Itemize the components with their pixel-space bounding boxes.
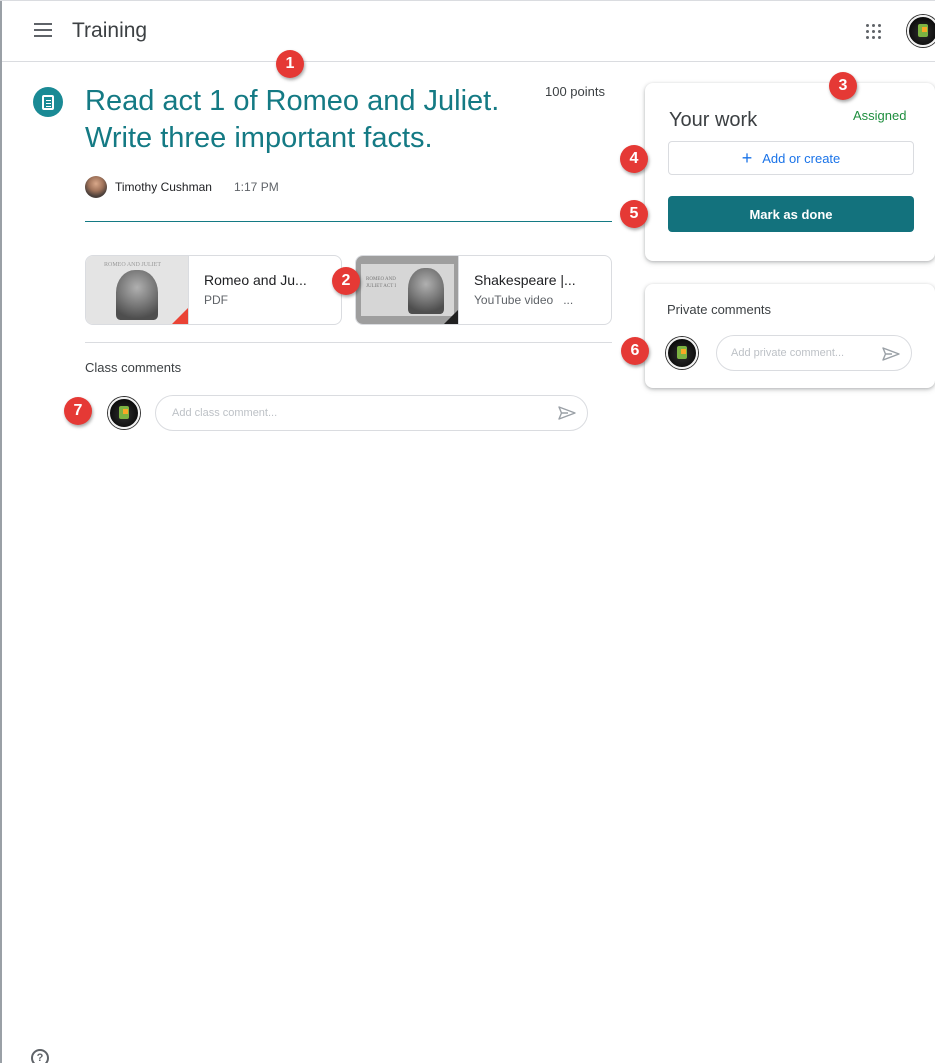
attachment-title: Romeo and Ju... — [204, 272, 307, 288]
attachment-pdf[interactable]: ROMEO AND JULIET Romeo and Ju... PDF — [85, 255, 342, 325]
menu-icon[interactable] — [34, 23, 52, 37]
assignment-icon — [33, 87, 63, 117]
plus-icon: + — [741, 148, 753, 168]
pdf-thumbnail: ROMEO AND JULIET — [86, 256, 189, 324]
points-label: 100 points — [545, 84, 605, 99]
youtube-icon — [444, 310, 458, 324]
pdf-icon — [172, 308, 188, 324]
portrait-image — [408, 268, 444, 314]
window-border-left — [0, 0, 2, 1063]
callout-3: 3 — [829, 72, 857, 100]
callout-4: 4 — [620, 145, 648, 173]
mark-as-done-button[interactable]: Mark as done — [668, 196, 914, 232]
header-divider — [85, 221, 612, 222]
class-name[interactable]: Training — [72, 19, 147, 43]
apps-grid-icon[interactable] — [866, 24, 882, 40]
send-icon[interactable] — [882, 347, 900, 361]
add-or-create-button[interactable]: + Add or create — [668, 141, 914, 175]
callout-5: 5 — [620, 200, 648, 228]
attachment-youtube[interactable]: ROMEO AND JULIET ACT I Shakespeare |... … — [355, 255, 612, 325]
user-avatar — [108, 397, 140, 429]
callout-7: 7 — [64, 397, 92, 425]
attachment-type: PDF — [204, 293, 228, 307]
portrait-image — [116, 270, 158, 320]
post-time: 1:17 PM — [234, 180, 279, 194]
your-work-card: Your work Assigned + Add or create Mark … — [645, 83, 935, 261]
thumbnail-caption: ROMEO AND JULIET — [104, 262, 161, 268]
add-or-create-label: Add or create — [762, 150, 841, 166]
class-comments-label: Class comments — [85, 360, 182, 375]
send-icon[interactable] — [558, 406, 576, 420]
class-comment-input[interactable] — [155, 395, 588, 431]
callout-1: 1 — [276, 50, 304, 78]
account-avatar-icon[interactable] — [907, 15, 935, 47]
assignment-title: Read act 1 of Romeo and Juliet. Write th… — [85, 85, 500, 154]
help-icon[interactable]: ? — [31, 1049, 49, 1063]
your-work-title: Your work — [669, 109, 758, 131]
teacher-avatar — [85, 176, 107, 198]
thumbnail-caption: ROMEO AND JULIET ACT I — [366, 277, 397, 289]
callout-6: 6 — [621, 337, 649, 365]
teacher-name: Timothy Cushman — [115, 180, 212, 194]
video-thumbnail: ROMEO AND JULIET ACT I — [356, 256, 459, 324]
attachment-title: Shakespeare |... — [474, 272, 576, 288]
attachments-divider — [85, 342, 612, 343]
attachment-type: YouTube video ... — [474, 293, 574, 307]
user-avatar — [666, 337, 698, 369]
private-comments-label: Private comments — [667, 302, 772, 317]
top-app-bar: Training — [2, 1, 935, 62]
status-badge: Assigned — [853, 108, 907, 123]
callout-2: 2 — [332, 267, 360, 295]
private-comments-card: Private comments — [645, 284, 935, 388]
